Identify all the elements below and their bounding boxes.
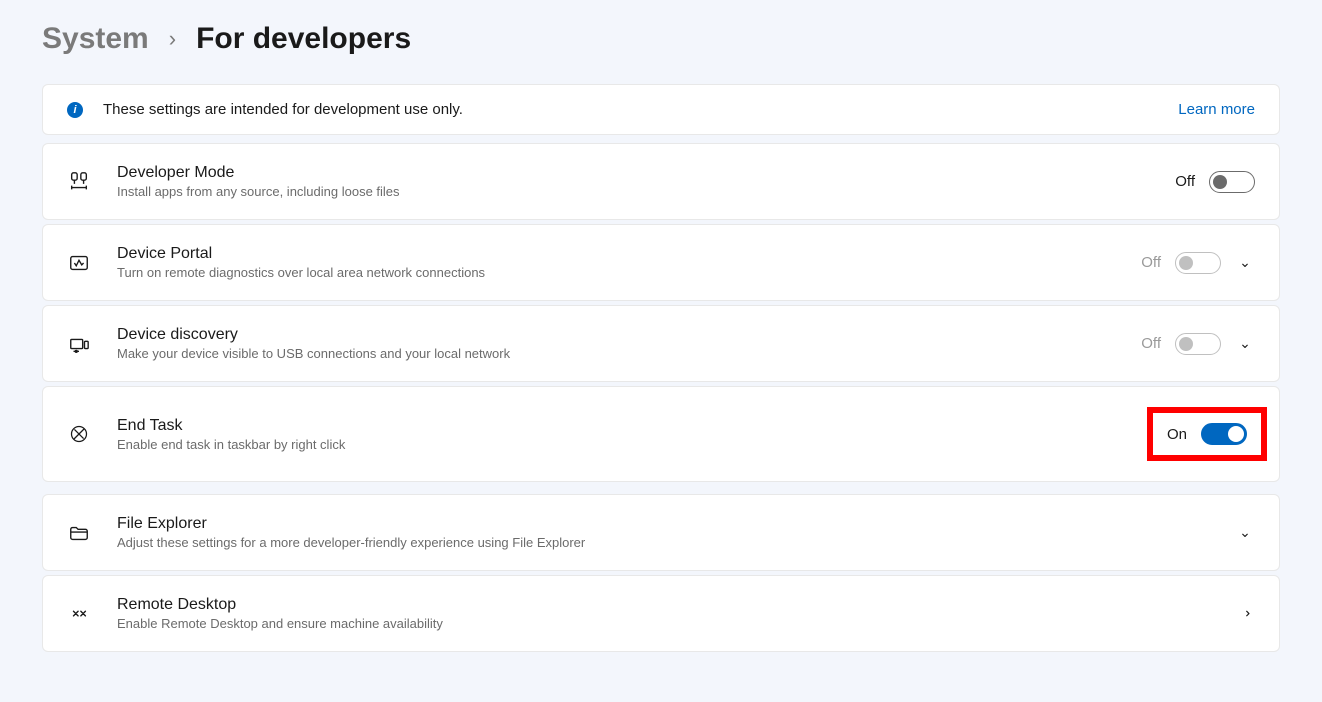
end-task-title: End Task bbox=[117, 417, 1147, 435]
file-explorer-subtitle: Adjust these settings for a more develop… bbox=[117, 535, 1235, 550]
device-discovery-card[interactable]: Device discovery Make your device visibl… bbox=[42, 305, 1280, 382]
remote-desktop-title: Remote Desktop bbox=[117, 596, 1235, 614]
end-task-toggle[interactable] bbox=[1201, 423, 1247, 445]
end-task-toggle-label: On bbox=[1167, 426, 1187, 443]
device-discovery-subtitle: Make your device visible to USB connecti… bbox=[117, 346, 1141, 361]
device-portal-toggle[interactable] bbox=[1175, 252, 1221, 274]
info-banner: i These settings are intended for develo… bbox=[42, 84, 1280, 135]
device-portal-title: Device Portal bbox=[117, 245, 1141, 263]
end-task-card: End Task Enable end task in taskbar by r… bbox=[42, 386, 1280, 482]
remote-desktop-icon bbox=[67, 602, 91, 626]
highlight-box: On bbox=[1147, 407, 1267, 461]
remote-desktop-card[interactable]: Remote Desktop Enable Remote Desktop and… bbox=[42, 575, 1280, 652]
chevron-right-icon: › bbox=[169, 26, 176, 52]
developer-mode-subtitle: Install apps from any source, including … bbox=[117, 184, 1175, 199]
developer-mode-title: Developer Mode bbox=[117, 164, 1175, 182]
end-task-icon bbox=[67, 422, 91, 446]
end-task-subtitle: Enable end task in taskbar by right clic… bbox=[117, 437, 1147, 452]
device-portal-card[interactable]: Device Portal Turn on remote diagnostics… bbox=[42, 224, 1280, 301]
device-discovery-title: Device discovery bbox=[117, 326, 1141, 344]
device-discovery-icon bbox=[67, 332, 91, 356]
breadcrumb-system[interactable]: System bbox=[42, 22, 149, 56]
info-text: These settings are intended for developm… bbox=[103, 101, 1178, 118]
developer-mode-icon bbox=[67, 170, 91, 194]
chevron-down-icon[interactable]: ⌄ bbox=[1235, 524, 1255, 541]
remote-desktop-subtitle: Enable Remote Desktop and ensure machine… bbox=[117, 616, 1235, 631]
device-discovery-toggle[interactable] bbox=[1175, 333, 1221, 355]
info-icon: i bbox=[67, 102, 83, 118]
chevron-right-icon[interactable]: ⌄ bbox=[1237, 604, 1254, 624]
developer-mode-toggle[interactable] bbox=[1209, 171, 1255, 193]
breadcrumb: System › For developers bbox=[42, 22, 1280, 56]
device-portal-toggle-label: Off bbox=[1141, 254, 1161, 271]
learn-more-link[interactable]: Learn more bbox=[1178, 101, 1255, 118]
file-explorer-card[interactable]: File Explorer Adjust these settings for … bbox=[42, 494, 1280, 571]
file-explorer-icon bbox=[67, 521, 91, 545]
device-portal-icon bbox=[67, 251, 91, 275]
chevron-down-icon[interactable]: ⌄ bbox=[1235, 254, 1255, 271]
file-explorer-title: File Explorer bbox=[117, 515, 1235, 533]
chevron-down-icon[interactable]: ⌄ bbox=[1235, 335, 1255, 352]
breadcrumb-page: For developers bbox=[196, 22, 411, 56]
developer-mode-toggle-label: Off bbox=[1175, 173, 1195, 190]
developer-mode-card: Developer Mode Install apps from any sou… bbox=[42, 143, 1280, 220]
device-discovery-toggle-label: Off bbox=[1141, 335, 1161, 352]
device-portal-subtitle: Turn on remote diagnostics over local ar… bbox=[117, 265, 1141, 280]
